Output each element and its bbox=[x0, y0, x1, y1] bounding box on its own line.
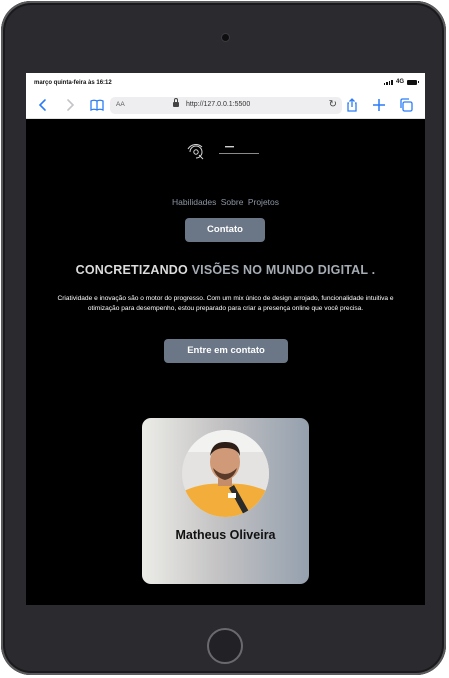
home-button[interactable] bbox=[207, 628, 243, 664]
nav-item-sobre[interactable]: Sobre bbox=[221, 197, 244, 207]
tablet-frame: março quinta-feira às 16:12 4G AA http:/… bbox=[1, 1, 446, 675]
new-tab-icon[interactable] bbox=[371, 97, 387, 113]
bookmarks-icon[interactable] bbox=[89, 97, 105, 113]
reload-icon[interactable]: ↻ bbox=[329, 99, 337, 110]
profile-name: Matheus Oliveira bbox=[175, 528, 276, 542]
share-icon[interactable] bbox=[344, 97, 360, 113]
battery-icon bbox=[407, 79, 419, 85]
forward-icon[interactable] bbox=[62, 97, 78, 113]
screen: março quinta-feira às 16:12 4G AA http:/… bbox=[26, 73, 425, 605]
status-time: março quinta-feira às 16:12 bbox=[34, 80, 112, 86]
status-bar: março quinta-feira às 16:12 4G bbox=[26, 73, 425, 93]
nav-item-projetos[interactable]: Projetos bbox=[248, 197, 279, 207]
hero-headline: CONCRETIZANDO VISÕES NO MUNDO DIGITAL . bbox=[26, 263, 425, 277]
camera bbox=[222, 34, 229, 41]
browser-toolbar: AA http://127.0.0.1:5500 ↻ bbox=[26, 93, 425, 119]
headline-part1: CONCRETIZANDO bbox=[75, 263, 188, 277]
status-indicators: 4G bbox=[383, 79, 419, 85]
main-nav: Habilidades Sobre Projetos bbox=[26, 197, 425, 207]
headline-part2: VISÕES NO MUNDO DIGITAL . bbox=[191, 263, 376, 277]
url-text: http://127.0.0.1:5500 bbox=[186, 101, 251, 108]
tabs-icon[interactable] bbox=[398, 97, 414, 113]
entre-em-contato-button[interactable]: Entre em contato bbox=[164, 339, 288, 363]
web-page: Habilidades Sobre Projetos Contato CONCR… bbox=[26, 119, 425, 605]
nav-item-habilidades[interactable]: Habilidades bbox=[172, 197, 216, 207]
signal-icon bbox=[383, 79, 393, 85]
url-bar[interactable]: AA http://127.0.0.1:5500 ↻ bbox=[110, 97, 342, 114]
site-logo[interactable] bbox=[185, 141, 265, 163]
text-size-button[interactable]: AA bbox=[116, 101, 125, 108]
contato-button[interactable]: Contato bbox=[185, 218, 265, 242]
network-label: 4G bbox=[395, 79, 404, 85]
profile-card: Matheus Oliveira bbox=[142, 418, 309, 584]
back-icon[interactable] bbox=[35, 97, 51, 113]
lock-icon bbox=[173, 98, 179, 107]
hero-description: Criatividade e inovação são o motor do p… bbox=[57, 295, 394, 312]
avatar bbox=[182, 430, 269, 517]
